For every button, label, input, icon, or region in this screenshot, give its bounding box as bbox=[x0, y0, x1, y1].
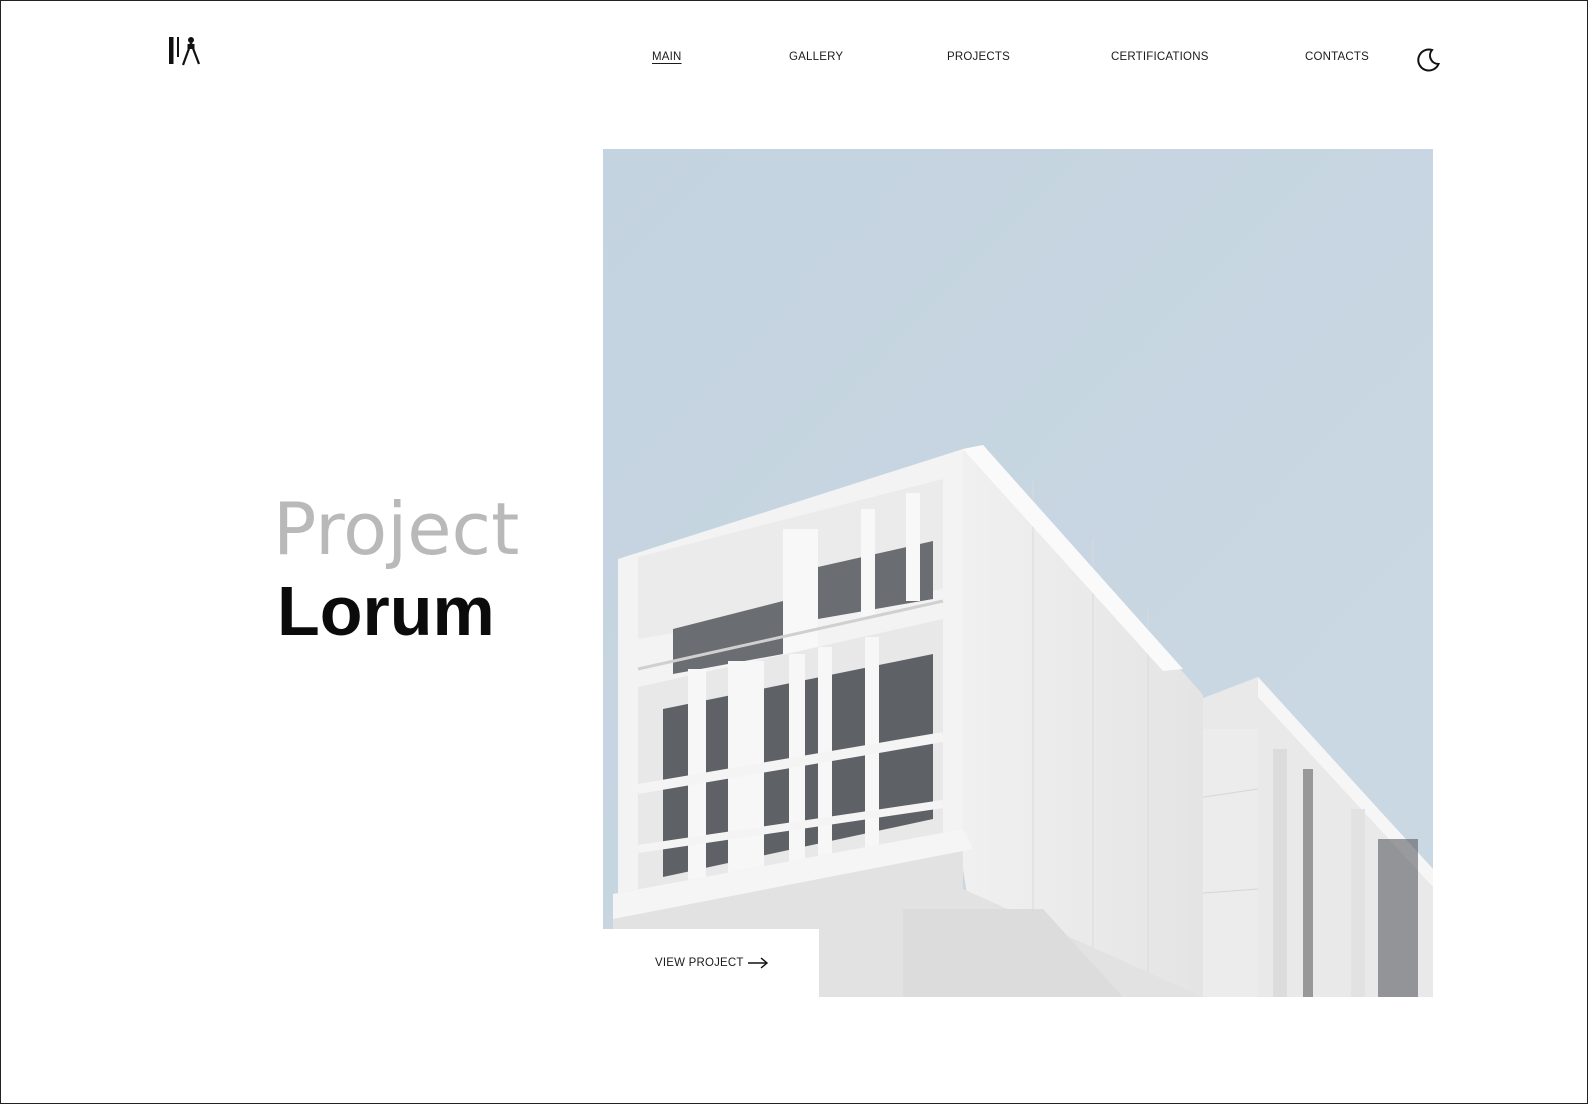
hero-title-bold: Lorum bbox=[277, 572, 495, 650]
building-photo[interactable] bbox=[603, 149, 1433, 997]
page-frame: MAIN GALLERY PROJECTS CERTIFICATIONS CON… bbox=[0, 0, 1588, 1104]
view-project-button[interactable]: VIEW PROJECT bbox=[603, 929, 819, 997]
main-nav: MAIN GALLERY PROJECTS CERTIFICATIONS CON… bbox=[1, 51, 1587, 71]
building-illustration bbox=[603, 149, 1433, 997]
nav-item-certifications[interactable]: CERTIFICATIONS bbox=[1111, 51, 1209, 63]
nav-item-projects[interactable]: PROJECTS bbox=[947, 51, 1010, 63]
nav-item-main[interactable]: MAIN bbox=[652, 51, 682, 63]
hero-title: Project Lorum bbox=[273, 489, 573, 653]
moon-icon[interactable] bbox=[1415, 47, 1441, 73]
view-project-label: VIEW PROJECT bbox=[655, 957, 744, 969]
hero-title-light: Project bbox=[273, 487, 520, 571]
arrow-right-icon bbox=[748, 957, 769, 969]
nav-item-contacts[interactable]: CONTACTS bbox=[1305, 51, 1369, 63]
nav-item-gallery[interactable]: GALLERY bbox=[789, 51, 843, 63]
